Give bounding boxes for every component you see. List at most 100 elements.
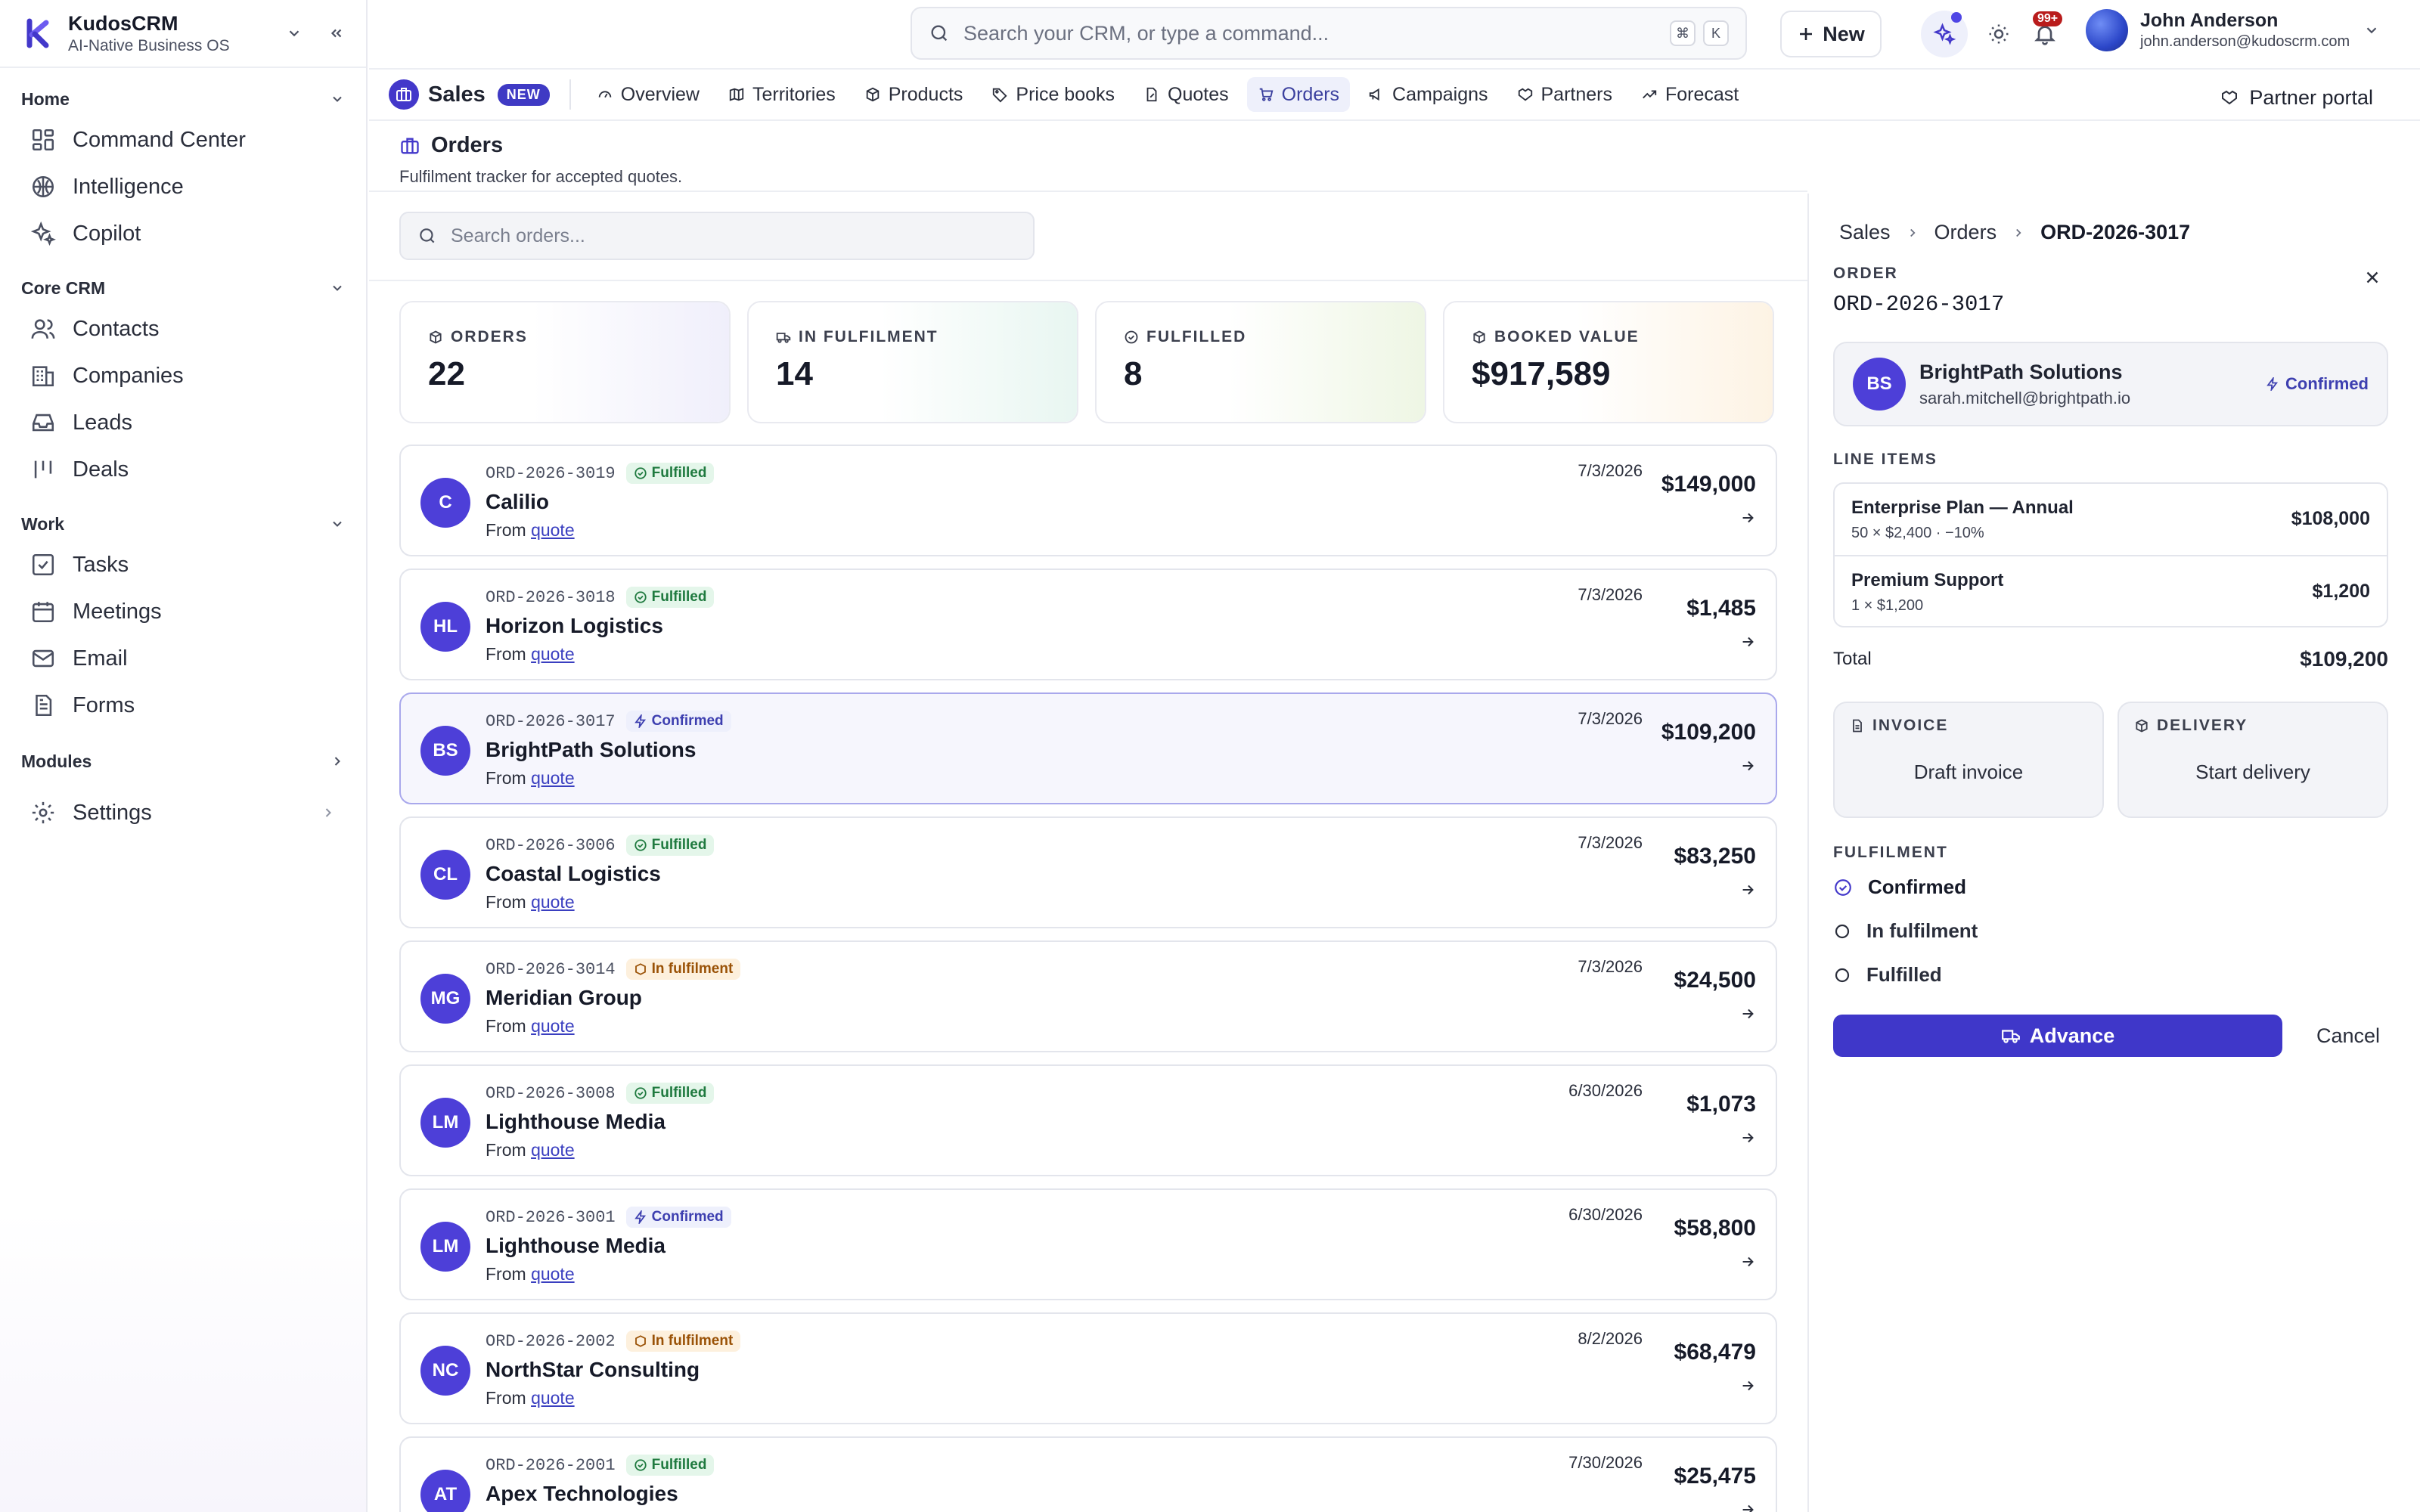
partner-portal-link[interactable]: Partner portal (2220, 80, 2373, 115)
stat-label: FULFILLED (1146, 328, 1247, 345)
sparkles-icon (1933, 23, 1956, 45)
order-row[interactable]: LM ORD-2026-3001 Confirmed Lighthouse Media… (399, 1188, 1777, 1300)
avatar: BS (420, 726, 470, 776)
tab-territories[interactable]: Territories (718, 77, 846, 112)
tab-price-books[interactable]: Price books (981, 77, 1125, 112)
fulfilment-label: FULFILMENT (1833, 844, 1948, 861)
invoice-card[interactable]: INVOICE Draft invoice (1833, 702, 2104, 818)
sidebar-item-copilot[interactable]: Copilot (0, 210, 366, 257)
status-label: Fulfilled (651, 465, 707, 481)
arrow-right-icon[interactable] (1739, 634, 1756, 650)
megaphone-icon (1368, 86, 1392, 103)
partner-portal-label: Partner portal (2249, 85, 2373, 109)
order-row[interactable]: NC ORD-2026-2002 In fulfilment NorthStar Co… (399, 1312, 1777, 1424)
close-icon[interactable] (2363, 268, 2382, 287)
tab-quotes[interactable]: Quotes (1133, 77, 1239, 112)
user-menu[interactable]: John Anderson john.anderson@kudoscrm.com (2086, 9, 2380, 51)
tab-orders[interactable]: Orders (1246, 77, 1351, 112)
order-row[interactable]: C ORD-2026-3019 Fulfilled Calilio From quote… (399, 445, 1777, 556)
theme-toggle-sun-icon[interactable] (1987, 23, 2010, 45)
handshake-icon (2220, 88, 2238, 107)
tab-overview[interactable]: Overview (586, 77, 710, 112)
quote-link[interactable]: quote (531, 520, 575, 540)
new-button[interactable]: New (1780, 11, 1882, 57)
sidebar-item-meetings[interactable]: Meetings (0, 588, 366, 635)
arrow-right-icon[interactable] (1739, 881, 1756, 898)
new-button-label: New (1823, 22, 1865, 45)
global-search-input[interactable]: Search your CRM, or type a command... ⌘ … (911, 7, 1747, 60)
cancel-button[interactable]: Cancel (2308, 1015, 2388, 1057)
order-row[interactable]: MG ORD-2026-3014 In fulfilment Meridian Gro… (399, 940, 1777, 1052)
chevron-down-icon[interactable] (286, 25, 302, 42)
tab-campaigns[interactable]: Campaigns (1357, 77, 1498, 112)
ai-sparkle-button[interactable] (1921, 11, 1968, 57)
draft-invoice-button[interactable]: Draft invoice (1850, 761, 2087, 784)
sidebar-item-companies[interactable]: Companies (0, 352, 366, 399)
breadcrumb-sales[interactable]: Sales (1839, 221, 1891, 244)
order-row[interactable]: BS ORD-2026-3017 Confirmed BrightPath Solut… (399, 692, 1777, 804)
arrow-right-icon[interactable] (1739, 758, 1756, 774)
advance-button[interactable]: Advance (1833, 1015, 2282, 1057)
truck-icon (2001, 1026, 2030, 1046)
fulfilment-step-in-fulfilment[interactable]: In fulfilment (1833, 919, 1978, 943)
sidebar-item-intelligence[interactable]: Intelligence (0, 163, 366, 210)
notification-count-badge: 99+ (2033, 11, 2063, 26)
customer-card[interactable]: BS BrightPath Solutions sarah.mitchell@b… (1833, 342, 2388, 426)
search-orders-input[interactable]: Search orders... (399, 212, 1035, 260)
sidebar-item-deals[interactable]: Deals (0, 446, 366, 493)
order-source: From quote (486, 1264, 575, 1284)
order-row[interactable]: CL ORD-2026-3006 Fulfilled Coastal Logistic… (399, 816, 1777, 928)
notifications-button[interactable]: 99+ (2033, 11, 2063, 46)
page-header: Orders Fulfilment tracker for accepted q… (369, 121, 1807, 192)
order-customer-name: Horizon Logistics (486, 614, 663, 637)
sidebar-item-label: Copilot (73, 221, 141, 246)
quote-link[interactable]: quote (531, 1388, 575, 1408)
arrow-right-icon[interactable] (1739, 1253, 1756, 1270)
fulfilment-step-confirmed[interactable]: Confirmed (1833, 875, 1966, 899)
quote-link[interactable]: quote (531, 1016, 575, 1036)
quote-link[interactable]: quote (531, 1140, 575, 1160)
tab-products[interactable]: Products (854, 77, 974, 112)
users-icon (30, 316, 56, 342)
quote-link[interactable]: quote (531, 644, 575, 664)
collapse-sidebar-icon[interactable] (328, 25, 345, 42)
plus-icon (1797, 25, 1815, 43)
order-row[interactable]: HL ORD-2026-3018 Fulfilled Horizon Logistic… (399, 569, 1777, 680)
sidebar-item-settings[interactable]: Settings (0, 789, 366, 836)
kudos-logo-icon[interactable] (21, 16, 56, 51)
start-delivery-button[interactable]: Start delivery (2134, 761, 2372, 784)
arrow-right-icon[interactable] (1739, 510, 1756, 526)
quote-link[interactable]: quote (531, 892, 575, 912)
arrow-right-icon[interactable] (1739, 1501, 1756, 1512)
sidebar-item-forms[interactable]: Forms (0, 682, 366, 729)
arrow-right-icon[interactable] (1739, 1129, 1756, 1146)
section-modules[interactable]: Modules (0, 744, 366, 779)
order-amount: $24,500 (1674, 968, 1756, 993)
stat-label: IN FULFILMENT (799, 328, 939, 345)
sidebar-item-contacts[interactable]: Contacts (0, 305, 366, 352)
sidebar-item-leads[interactable]: Leads (0, 399, 366, 446)
tab-partners[interactable]: Partners (1506, 77, 1623, 112)
fulfilment-step-fulfilled[interactable]: Fulfilled (1833, 963, 1942, 987)
delivery-card[interactable]: DELIVERY Start delivery (2118, 702, 2388, 818)
section-work[interactable]: Work (0, 507, 366, 541)
section-home[interactable]: Home (0, 82, 366, 116)
order-id: ORD-2026-3008 (486, 1083, 616, 1103)
sidebar-item-tasks[interactable]: Tasks (0, 541, 366, 588)
quote-link[interactable]: quote (531, 768, 575, 788)
arrow-right-icon[interactable] (1739, 1377, 1756, 1394)
order-row[interactable]: LM ORD-2026-3008 Fulfilled Lighthouse Media… (399, 1064, 1777, 1176)
order-row[interactable]: AT ORD-2026-2001 Fulfilled Apex Technologie… (399, 1436, 1777, 1512)
sales-module-title[interactable]: Sales NEW (389, 79, 550, 110)
tab-label: Territories (752, 83, 836, 105)
status-badge: In fulfilment (625, 959, 741, 980)
briefcase-icon (389, 79, 419, 110)
advance-label: Advance (2029, 1024, 2115, 1047)
arrow-right-icon[interactable] (1739, 1005, 1756, 1022)
quote-link[interactable]: quote (531, 1264, 575, 1284)
section-core-crm[interactable]: Core CRM (0, 271, 366, 305)
sidebar-item-email[interactable]: Email (0, 635, 366, 682)
tab-forecast[interactable]: Forecast (1630, 77, 1749, 112)
breadcrumb-orders[interactable]: Orders (1934, 221, 1997, 244)
sidebar-item-command-center[interactable]: Command Center (0, 116, 366, 163)
